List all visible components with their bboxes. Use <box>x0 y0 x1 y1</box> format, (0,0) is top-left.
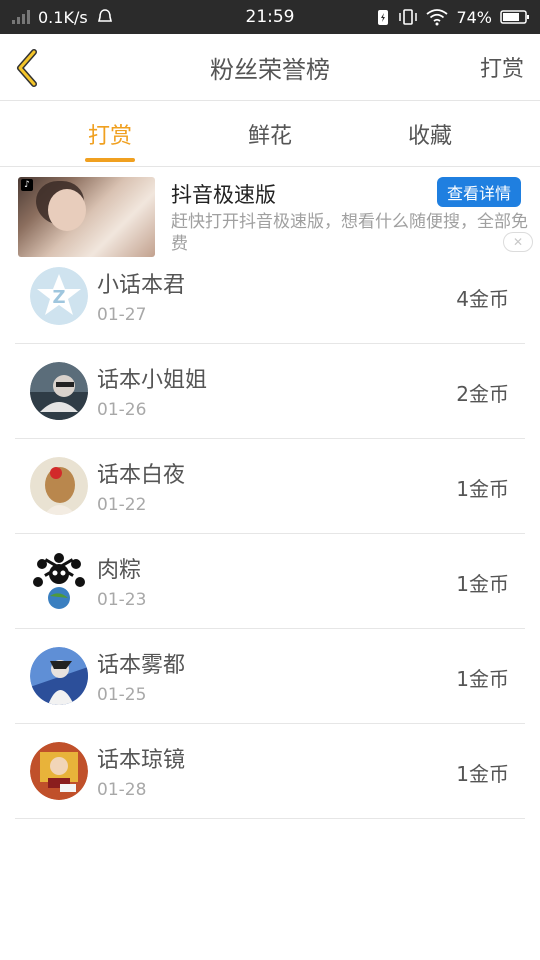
fan-name: 话本雾都 <box>97 653 186 678</box>
tiktok-icon: ♪ <box>21 179 33 191</box>
clock: 21:59 <box>245 7 295 27</box>
fan-name: 话本白夜 <box>97 463 186 488</box>
fan-name: 小话本君 <box>97 273 186 298</box>
tab-label: 打赏 <box>87 123 132 149</box>
avatar <box>30 647 88 705</box>
ad-thumbnail[interactable]: ♪ <box>18 177 155 257</box>
ad-banner[interactable]: ♪ 抖音极速版 查看详情 赶快打开抖音极速版，想看什么随便搜，全部免费 <box>0 167 540 259</box>
tab-active-indicator <box>85 158 135 162</box>
reward-button[interactable]: 打赏 <box>480 34 524 100</box>
list-item[interactable]: 话本小姐姐 01-26 2金币 <box>15 344 525 439</box>
avatar <box>30 362 88 420</box>
list-item[interactable]: 话本白夜 01-22 1金币 <box>15 439 525 534</box>
status-bar: 0.1K/s 21:59 74% <box>0 0 540 34</box>
avatar: Z <box>30 267 88 325</box>
list-item[interactable]: Z 小话本君 01-27 4金币 <box>15 249 525 344</box>
list-item[interactable]: 话本雾都 01-25 1金币 <box>15 629 525 724</box>
nav-bar: 粉丝荣誉榜 打赏 <box>0 34 540 101</box>
avatar <box>30 742 88 800</box>
fan-date: 01-22 <box>97 495 147 515</box>
fan-name: 话本琼镜 <box>97 748 186 773</box>
battery-saver-icon <box>378 10 389 25</box>
fan-amount: 1金币 <box>456 477 509 501</box>
fan-date: 01-26 <box>97 400 147 420</box>
fan-name: 肉粽 <box>97 558 142 583</box>
fan-date: 01-28 <box>97 780 147 800</box>
ad-close-button[interactable]: ✕ <box>503 232 533 252</box>
page-title: 粉丝荣誉榜 <box>210 55 330 84</box>
fan-amount: 1金币 <box>456 667 509 691</box>
avatar <box>30 552 88 610</box>
close-icon: ✕ <box>512 235 524 249</box>
list-item[interactable]: 话本琼镜 01-28 1金币 <box>15 724 525 819</box>
fan-date: 01-23 <box>97 590 147 610</box>
svg-text:Z: Z <box>52 287 65 308</box>
battery-percent: 74% <box>456 7 492 27</box>
tab-reward[interactable]: 打赏 <box>40 101 180 166</box>
battery-icon <box>500 10 529 24</box>
fan-amount: 4金币 <box>456 287 509 311</box>
vibrate-icon <box>399 9 418 25</box>
fan-name: 话本小姐姐 <box>97 368 208 393</box>
fan-date: 01-25 <box>97 685 147 705</box>
tab-label: 鲜花 <box>247 123 292 149</box>
avatar <box>30 457 88 515</box>
tab-bar: 打赏 鲜花 收藏 <box>0 101 540 167</box>
fan-list: Z 小话本君 01-27 4金币 话本小姐姐 01-26 2金币 话本白夜 01… <box>15 249 525 819</box>
tab-flowers[interactable]: 鲜花 <box>200 101 340 166</box>
ad-title: 抖音极速版 <box>171 183 276 207</box>
tab-label: 收藏 <box>407 123 452 149</box>
fan-date: 01-27 <box>97 305 147 325</box>
list-item[interactable]: 肉粽 01-23 1金币 <box>15 534 525 629</box>
tab-favorites[interactable]: 收藏 <box>360 101 500 166</box>
fan-amount: 1金币 <box>456 572 509 596</box>
wifi-icon <box>426 9 448 26</box>
fan-amount: 2金币 <box>456 382 509 406</box>
ad-view-details-button[interactable]: 查看详情 <box>437 177 521 207</box>
fan-amount: 1金币 <box>456 762 509 786</box>
